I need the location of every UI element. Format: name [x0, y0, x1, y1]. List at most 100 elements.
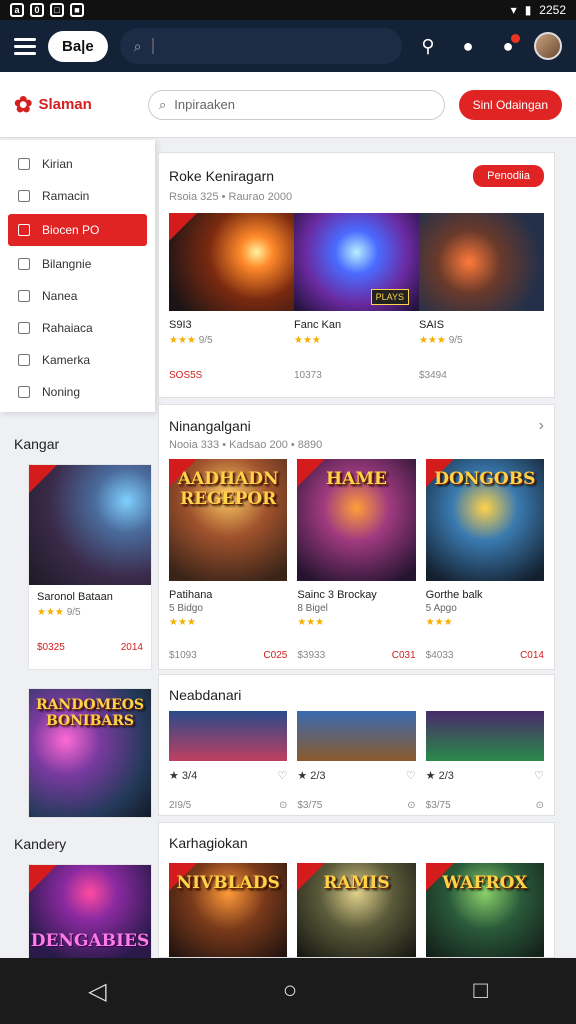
game-thumbnail: AADHADN REGEPOR — [169, 459, 288, 581]
game-card[interactable]: DENGABIES — [28, 864, 152, 959]
sidebar-item-label: Ramacin — [42, 189, 90, 203]
sidebar-item[interactable]: Bilangnie — [0, 248, 155, 280]
sidebar-item-label: Bilangnie — [42, 257, 92, 271]
game-thumbnail: WAFROX — [425, 863, 544, 957]
recents-icon[interactable]: □ — [473, 977, 488, 1005]
game-art-title: DONGOBS — [434, 469, 536, 489]
panel-title: Ninangalgani — [169, 418, 251, 434]
search-field[interactable]: ⌕ — [119, 28, 402, 64]
avatar[interactable] — [534, 32, 562, 60]
price-label: $4033 — [425, 650, 454, 661]
game-card[interactable]: ★ 2/3 ♡ $3/75 ⊙ — [425, 711, 544, 811]
game-card[interactable]: RANDOMEOS BONIBARS — [28, 688, 152, 818]
sidebar-item-label: Nanea — [42, 289, 78, 303]
count-label: 2I9/5 — [169, 800, 192, 811]
chat-icon — [18, 290, 30, 302]
panel-button[interactable]: Penodiia — [473, 165, 544, 187]
section-title: Kangar — [14, 436, 60, 452]
game-meta: SAIS ★★★ 9/5 — [419, 319, 463, 346]
status-time: 2252 — [539, 3, 566, 17]
heart-icon[interactable]: ♡ — [534, 769, 544, 782]
game-thumbnail — [169, 711, 288, 761]
back-icon[interactable]: ◁ — [88, 977, 106, 1006]
heart-icon[interactable]: ♡ — [406, 769, 416, 782]
panel-title: Karhagiokan — [169, 835, 248, 851]
game-card[interactable]: RAMIS — [297, 863, 416, 957]
sidebar-item[interactable]: Kamerka — [0, 344, 155, 376]
doc-icon — [18, 386, 30, 398]
search-input[interactable]: ⌕ Inpiraaken — [148, 89, 445, 120]
search-icon: ⌕ — [159, 96, 167, 112]
game-card[interactable]: DONGOBS Gorthe balk 5 Apgo ★★★ $4033 C014 — [425, 459, 544, 661]
sidebar-item[interactable]: Noning — [0, 376, 155, 408]
heart-icon[interactable]: ♡ — [277, 769, 287, 782]
tag-label: 2014 — [120, 642, 143, 653]
count-label: $3/75 — [425, 800, 451, 811]
system-nav-bar: ◁ ○ □ — [0, 958, 576, 1024]
sidebar-item[interactable]: Rahaiaca — [0, 312, 155, 344]
game-card[interactable]: WAFROX — [425, 863, 544, 957]
game-title: Patihana — [169, 589, 213, 601]
price-label: $1093 — [169, 650, 197, 661]
game-sub: 5 Apgo — [425, 603, 457, 614]
sidebar-item[interactable]: Kirian — [0, 148, 155, 180]
sub-header: ✿ Slaman ⌕ Inpiraaken Sinl Odaingan — [0, 72, 576, 138]
search-icon: ⌕ — [133, 37, 142, 54]
game-card[interactable]: AADHADN REGEPOR Patihana 5 Bidgo ★★★ $1093 C0… — [169, 459, 288, 661]
tag-label: C031 — [391, 650, 416, 661]
game-title: Gorthe balk — [425, 589, 483, 601]
game-card[interactable]: HAME Sainc 3 Brockay 8 Bigel ★★★ $3933 C031 — [297, 459, 416, 661]
search-icon[interactable]: ⚲ — [414, 32, 442, 60]
game-card[interactable]: ★ 2/3 ♡ $3/75 ⊙ — [297, 711, 416, 811]
sidebar-item[interactable]: Biocen PO — [8, 214, 147, 246]
rating-stars: ★★★ 9/5 — [37, 607, 81, 618]
users-icon — [18, 158, 30, 170]
game-art-title: RANDOMEOS BONIBARS — [35, 697, 145, 729]
game-thumbnail — [29, 465, 151, 585]
sidebar-item-label: Rahaiaca — [42, 321, 93, 335]
search-placeholder: Inpiraaken — [174, 97, 235, 112]
game-art-title: DENGABIES — [30, 931, 150, 951]
game-card[interactable]: NIVBLADS — [169, 863, 288, 957]
game-sub: 5 Bidgo — [169, 603, 203, 614]
sidebar-item[interactable]: Nanea — [0, 280, 155, 312]
game-art-title: HAME — [325, 469, 387, 489]
notification-dot — [511, 34, 520, 43]
price-label: SOS5S — [169, 370, 203, 381]
home-icon[interactable]: ○ — [283, 977, 298, 1005]
game-art-title: NIVBLADS — [176, 873, 280, 893]
tag-label: C014 — [520, 650, 544, 661]
game-card[interactable]: Saronol Bataan ★★★ 9/5 $0325 2014 — [28, 464, 152, 670]
game-art-title: RAMIS — [323, 873, 390, 893]
wifi-icon: ▾ — [510, 3, 517, 17]
logo[interactable]: ✿ Slaman — [14, 92, 134, 118]
count-label: 10373 — [294, 370, 322, 381]
rating-label: ★ 2/3 — [297, 770, 326, 782]
banner-thumbnail[interactable] — [419, 213, 544, 311]
notification-bell-icon[interactable]: ● — [494, 32, 522, 60]
game-card[interactable]: ★ 3/4 ♡ 2I9/5 ⊙ — [169, 711, 288, 811]
tag-label: C025 — [263, 650, 288, 661]
banner-thumbnail[interactable] — [169, 213, 294, 311]
rating-stars: ★★★ — [169, 617, 196, 628]
sidebar-item[interactable]: Ramacin — [0, 180, 155, 212]
message-icon[interactable]: ● — [454, 32, 482, 60]
game-title: Sainc 3 Brockay — [297, 589, 377, 601]
chevron-right-icon[interactable]: › — [539, 417, 544, 435]
logo-text: Slaman — [38, 96, 92, 113]
game-thumbnail: DONGOBS — [425, 459, 544, 581]
game-art-title: WAFROX — [442, 873, 528, 893]
banner-thumbnail[interactable]: PLAYS — [294, 213, 419, 311]
game-thumbnail — [297, 711, 416, 761]
games-panel: Karhagiokan NIVBLADS RAMIS WAFROX — [158, 822, 555, 958]
controller-icon: ⊙ — [535, 800, 544, 811]
featured-panel: Roke Keniragarn Penodiia Rsoia 325 • Rau… — [158, 152, 555, 398]
panel-subtitle: Nooia 333 • Kadsao 200 • 8890 — [169, 439, 323, 451]
menu-icon[interactable] — [14, 37, 36, 55]
sidebar-item-label: Kirian — [42, 157, 73, 171]
brand-button[interactable]: Ba|e — [48, 30, 108, 62]
cta-button[interactable]: Sinl Odaingan — [458, 89, 562, 120]
puzzle-icon — [18, 258, 30, 270]
price-label: $3933 — [297, 650, 326, 661]
rating-label: ★ 3/4 — [169, 770, 198, 782]
